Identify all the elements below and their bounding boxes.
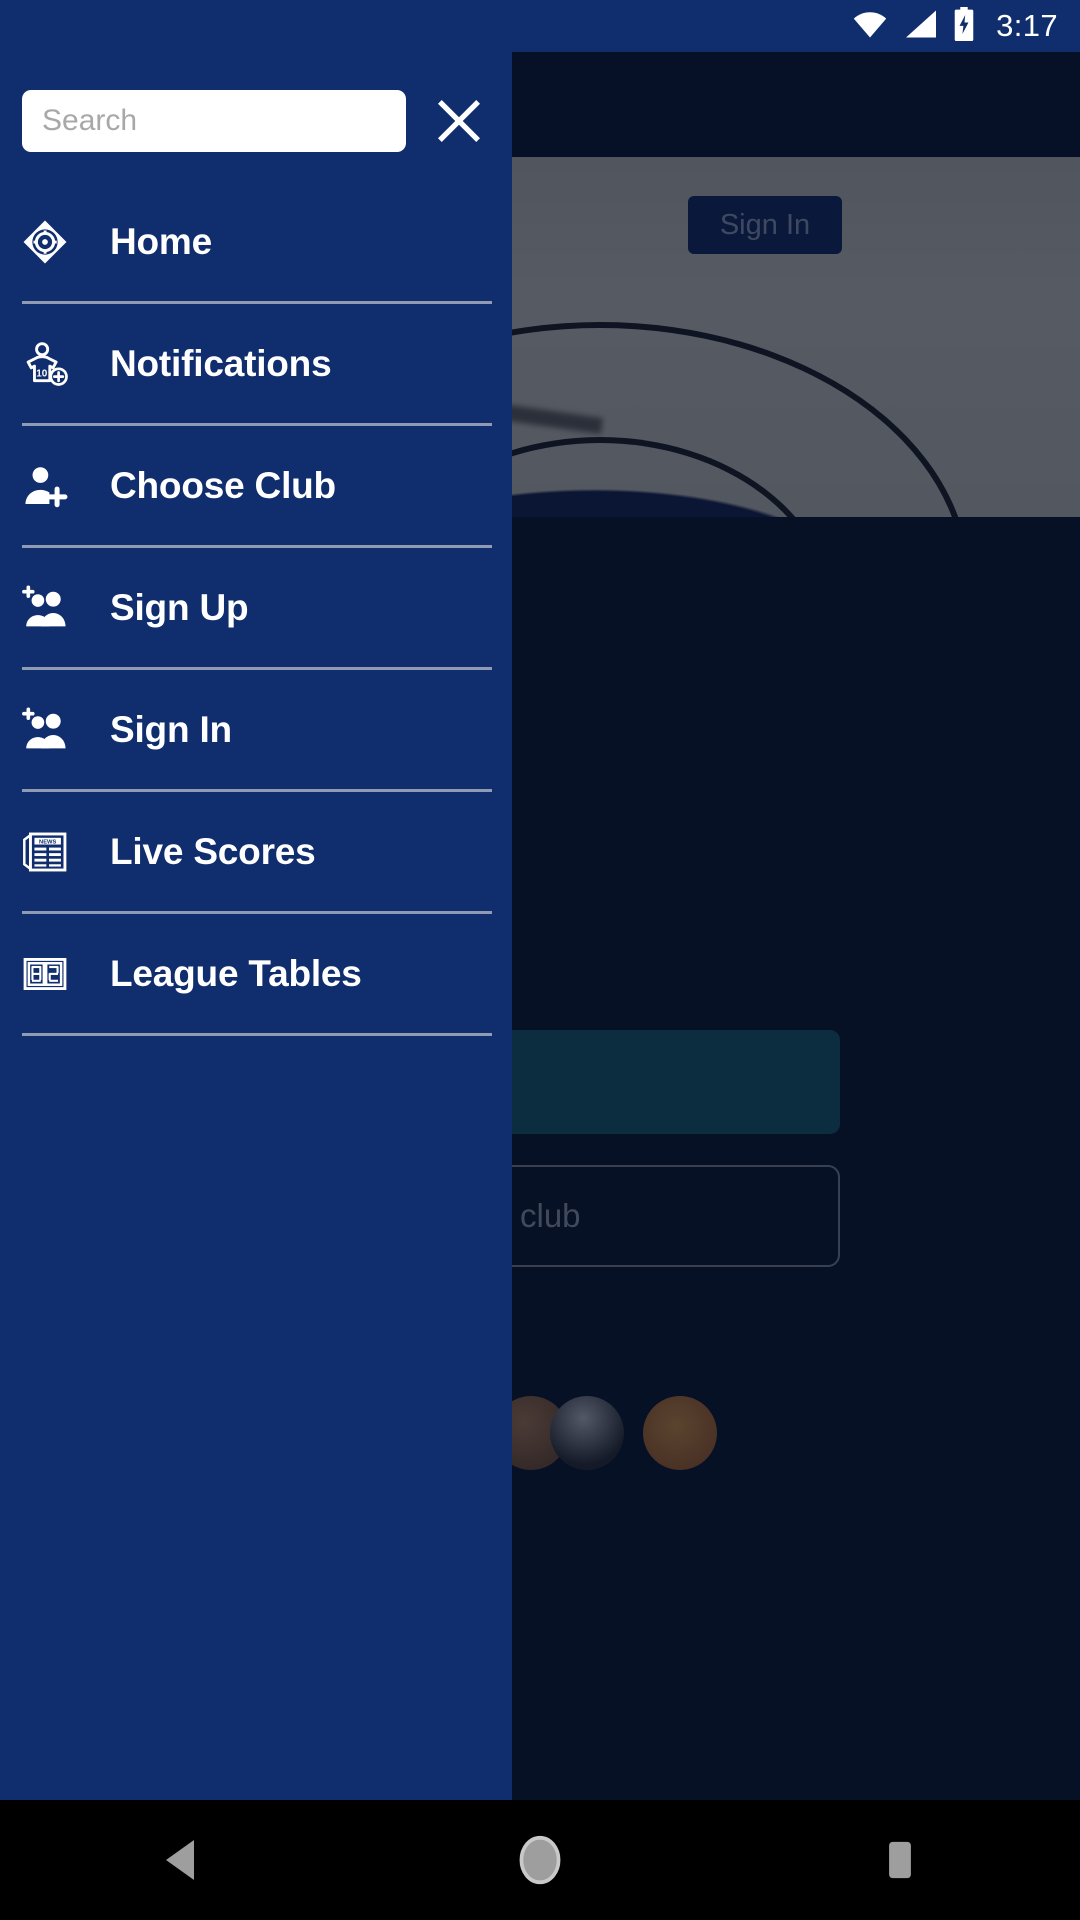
sidebar-item-label: Notifications xyxy=(110,342,332,384)
status-bar-clock: 3:17 xyxy=(996,8,1058,43)
drawer-search-row: Search xyxy=(22,90,490,152)
sidebar-item-home[interactable]: Home xyxy=(0,182,512,301)
home-crest-icon xyxy=(22,219,68,265)
person-add-icon xyxy=(22,463,68,509)
navigation-drawer: Search Home 10 Notifications Choose Club… xyxy=(0,0,512,1800)
group-add-icon xyxy=(22,584,68,631)
cellular-signal-icon xyxy=(904,9,938,44)
sidebar-item-sign-in[interactable]: Sign In xyxy=(0,670,512,789)
search-input[interactable]: Search xyxy=(22,90,406,152)
recents-square-icon[interactable] xyxy=(840,1800,960,1920)
wifi-icon xyxy=(851,9,889,44)
jersey-notification-icon: 10 xyxy=(22,341,68,387)
sidebar-item-label: Sign In xyxy=(110,708,232,750)
svg-text:NEWS: NEWS xyxy=(39,839,56,845)
sidebar-item-live-scores[interactable]: NEWS Live Scores xyxy=(0,792,512,911)
status-bar-system-icons: 3:17 xyxy=(851,6,1058,46)
sidebar-item-league-tables[interactable]: League Tables xyxy=(0,914,512,1033)
sidebar-item-label: Home xyxy=(110,220,212,262)
sidebar-item-label: Live Scores xyxy=(110,830,316,872)
sidebar-item-label: Choose Club xyxy=(110,464,336,506)
svg-text:10: 10 xyxy=(36,368,48,379)
newspaper-icon: NEWS xyxy=(22,829,68,875)
sidebar-item-choose-club[interactable]: Choose Club xyxy=(0,426,512,545)
scoreboard-icon xyxy=(22,951,68,997)
group-add-icon xyxy=(22,706,68,753)
divider xyxy=(22,1033,492,1036)
back-icon[interactable] xyxy=(120,1800,240,1920)
android-navigation-bar xyxy=(0,1800,1080,1920)
sidebar-item-label: Sign Up xyxy=(110,586,249,628)
home-circle-icon[interactable] xyxy=(480,1800,600,1920)
drawer-empty-space xyxy=(0,1182,512,1800)
sidebar-item-notifications[interactable]: 10 Notifications xyxy=(0,304,512,423)
sidebar-item-sign-up[interactable]: Sign Up xyxy=(0,548,512,667)
close-icon[interactable] xyxy=(428,90,490,152)
battery-charging-icon xyxy=(953,6,975,46)
drawer-menu: Home 10 Notifications Choose Club Sign U… xyxy=(0,182,512,1036)
sidebar-item-label: League Tables xyxy=(110,952,362,994)
